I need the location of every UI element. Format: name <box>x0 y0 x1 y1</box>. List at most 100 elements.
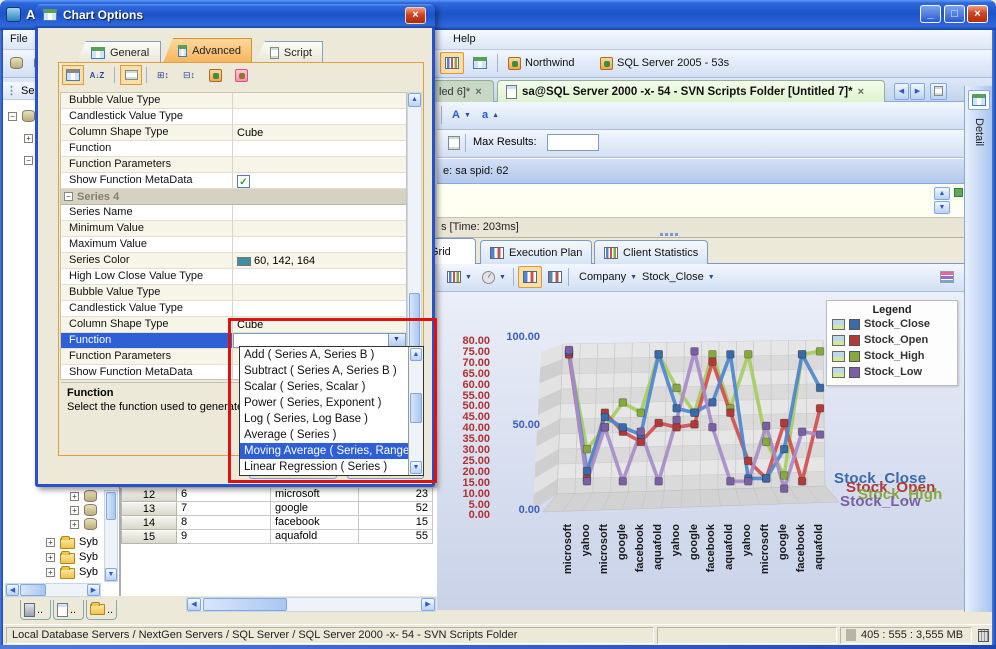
checkbox-checked-icon[interactable] <box>237 174 250 188</box>
tree-expand-icon[interactable]: + <box>24 134 33 143</box>
data-point-stock_open[interactable] <box>708 357 717 366</box>
dialog-close-icon[interactable] <box>405 7 426 24</box>
data-point-stock_close[interactable] <box>797 350 807 359</box>
stock-line-chart[interactable] <box>533 296 845 518</box>
tree-node[interactable]: + <box>70 504 104 518</box>
detail-panel-button[interactable] <box>968 90 990 110</box>
data-point-stock_low[interactable] <box>708 423 717 432</box>
data-point-stock_low[interactable] <box>744 477 753 486</box>
collapse-all-button[interactable]: ⊟↕ <box>178 65 200 85</box>
data-point-stock_low[interactable] <box>815 430 825 439</box>
tab-scroll-left-icon[interactable] <box>894 83 909 100</box>
value-field-dropdown[interactable]: Stock_Close <box>637 266 720 288</box>
tree-expand-icon[interactable]: + <box>46 553 55 562</box>
table-cell[interactable]: 15 <box>359 516 433 530</box>
property-row[interactable]: Minimum Value <box>61 221 406 237</box>
tree-expand-icon[interactable]: + <box>46 568 55 577</box>
table-cell[interactable]: 7 <box>177 502 271 516</box>
query-options-button[interactable] <box>443 132 465 154</box>
tree-hscroll[interactable] <box>5 583 101 597</box>
data-point-stock_close[interactable] <box>582 466 592 476</box>
chart-3d-button[interactable] <box>477 266 511 288</box>
menu-help[interactable]: Help <box>453 33 476 45</box>
bottom-tab[interactable]: .. <box>53 600 84 620</box>
tree-expand-icon[interactable]: + <box>46 538 55 547</box>
close-tab-icon[interactable] <box>858 86 864 98</box>
chart-type-button[interactable] <box>442 266 477 288</box>
data-point-stock_open[interactable] <box>726 408 735 417</box>
scroll-left-icon[interactable] <box>6 584 19 596</box>
data-point-stock_high[interactable] <box>815 347 825 356</box>
table-row[interactable]: 12 6 microsoft 23 <box>121 488 437 502</box>
data-point-stock_low[interactable] <box>779 484 789 493</box>
data-point-stock_open[interactable] <box>797 477 807 486</box>
data-point-stock_close[interactable] <box>779 444 789 454</box>
tab-list-button[interactable] <box>930 83 947 100</box>
table-cell[interactable]: 9 <box>177 530 271 544</box>
data-point-stock_high[interactable] <box>582 444 592 454</box>
collapse-expander-icon[interactable] <box>64 192 73 201</box>
data-point-stock_low[interactable] <box>600 423 610 432</box>
scroll-left-icon[interactable] <box>187 598 201 611</box>
data-point-stock_low[interactable] <box>797 427 807 436</box>
edit-grid-toggle[interactable] <box>543 266 567 288</box>
property-row[interactable]: High Low Close Value Type <box>61 269 406 285</box>
trash-icon[interactable] <box>978 628 989 642</box>
table-cell[interactable]: facebook <box>271 516 359 530</box>
data-point-stock_close[interactable] <box>726 350 735 359</box>
row-header-cell[interactable]: 13 <box>121 502 177 516</box>
tree-folder-node[interactable]: + Syb <box>46 536 104 550</box>
property-row[interactable]: Function <box>61 141 406 157</box>
editor-scroll-down-icon[interactable] <box>934 201 950 214</box>
bottom-tab[interactable]: .. <box>20 600 51 620</box>
data-point-stock_high[interactable] <box>708 350 717 359</box>
table-cell[interactable]: 55 <box>359 530 433 544</box>
scroll-thumb[interactable] <box>203 598 287 611</box>
data-point-stock_low[interactable] <box>564 345 574 355</box>
property-row[interactable]: Bubble Value Type <box>61 285 406 301</box>
table-row[interactable]: 13 7 google 52 <box>121 502 437 516</box>
data-point-stock_low[interactable] <box>636 427 645 436</box>
tree-expand-icon[interactable]: + <box>70 492 79 501</box>
table-cell[interactable]: microsoft <box>271 488 359 502</box>
data-point-stock_close[interactable] <box>690 408 699 417</box>
table-cell[interactable]: aquafold <box>271 530 359 544</box>
data-point-stock_high[interactable] <box>744 350 753 359</box>
tab-client-statistics[interactable]: Client Statistics <box>594 240 709 264</box>
data-point-stock_high[interactable] <box>672 383 681 393</box>
grid-view-button[interactable] <box>468 52 492 74</box>
data-point-stock_close[interactable] <box>654 350 663 359</box>
scroll-right-icon[interactable] <box>87 584 100 596</box>
data-point-stock_low[interactable] <box>618 477 627 486</box>
row-header-cell[interactable]: 12 <box>121 488 177 502</box>
property-row[interactable]: Series Name <box>61 205 406 221</box>
data-point-stock_low[interactable] <box>690 347 699 356</box>
data-point-stock_high[interactable] <box>779 471 789 480</box>
data-point-stock_open[interactable] <box>654 418 663 428</box>
scroll-thumb[interactable] <box>106 492 116 520</box>
chart-view-button[interactable] <box>440 52 464 74</box>
add-export-button[interactable] <box>204 65 226 85</box>
table-row[interactable]: 15 9 aquafold 55 <box>121 530 437 544</box>
max-results-input[interactable] <box>547 134 599 151</box>
data-point-stock_close[interactable] <box>815 383 825 393</box>
scroll-right-icon[interactable] <box>421 598 435 611</box>
minimize-button-icon[interactable]: _ <box>920 5 941 23</box>
table-row[interactable]: 14 8 facebook 15 <box>121 516 437 530</box>
document-tab[interactable]: led 6]* <box>430 80 494 102</box>
data-point-stock_high[interactable] <box>762 437 771 447</box>
splitter-handle[interactable] <box>660 233 678 236</box>
data-point-stock_close[interactable] <box>708 398 717 407</box>
tree-folder-node[interactable]: + Syb <box>46 566 104 580</box>
menu-file[interactable]: File <box>10 33 28 45</box>
tree-collapse-icon[interactable]: − <box>24 156 33 165</box>
editor-scroll-up-icon[interactable] <box>934 187 950 200</box>
data-point-stock_open[interactable] <box>744 456 753 466</box>
table-cell[interactable]: 52 <box>359 502 433 516</box>
maximize-button-icon[interactable]: □ <box>944 5 965 23</box>
color-grid-toggle[interactable] <box>518 266 542 288</box>
tree-vscroll[interactable] <box>104 490 118 582</box>
font-increase-button[interactable]: A <box>447 104 476 126</box>
categorized-view-button[interactable] <box>62 65 84 85</box>
legend-entry[interactable]: Stock_Open <box>832 332 952 348</box>
